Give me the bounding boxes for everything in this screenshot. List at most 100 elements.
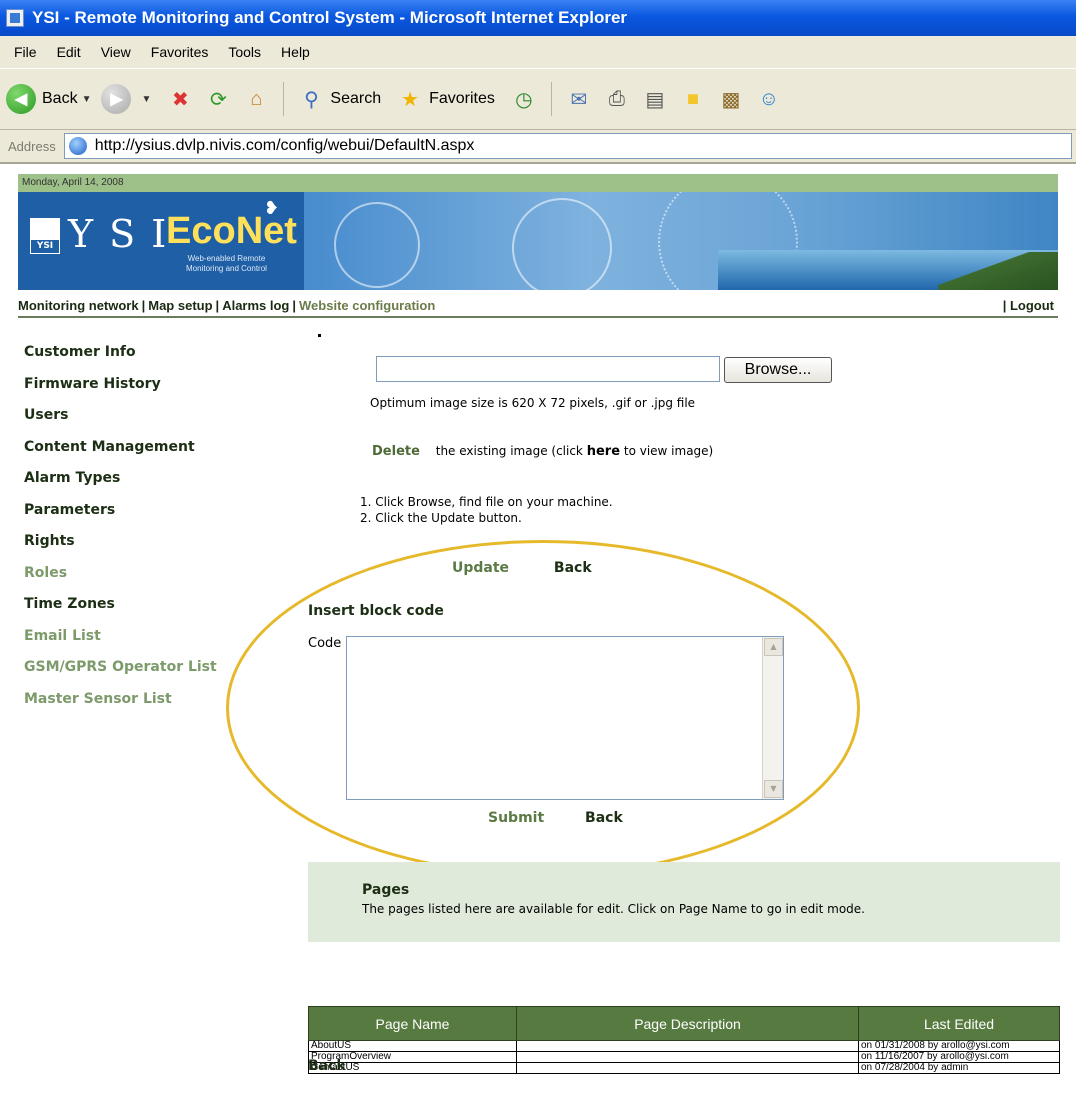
back-button-label: Back bbox=[42, 90, 78, 107]
home-icon[interactable]: ⌂ bbox=[242, 85, 270, 113]
bullet-dot bbox=[318, 334, 321, 337]
nav-map-setup[interactable]: Map setup bbox=[148, 298, 212, 313]
menu-file[interactable]: File bbox=[14, 44, 37, 60]
sidebar: Customer Info Firmware History Users Con… bbox=[24, 344, 217, 722]
favorites-button[interactable]: ★ Favorites bbox=[391, 85, 495, 113]
sidebar-item-parameters[interactable]: Parameters bbox=[24, 502, 217, 534]
refresh-icon[interactable]: ⟳ bbox=[204, 85, 232, 113]
menu-edit[interactable]: Edit bbox=[57, 44, 81, 60]
search-icon: ⚲ bbox=[304, 88, 319, 111]
sidebar-item-master-sensor-list[interactable]: Master Sensor List bbox=[24, 691, 217, 723]
pages-table: Page Name Page Description Last Edited A… bbox=[308, 1006, 1060, 1074]
submit-back-link[interactable]: Back bbox=[585, 810, 623, 826]
sidebar-item-users[interactable]: Users bbox=[24, 407, 217, 439]
window-titlebar: YSI - Remote Monitoring and Control Syst… bbox=[0, 0, 1076, 36]
table-header-row: Page Name Page Description Last Edited bbox=[308, 1006, 1060, 1041]
sidebar-item-customer-info[interactable]: Customer Info bbox=[24, 344, 217, 376]
nav-monitoring-network[interactable]: Monitoring network bbox=[18, 298, 139, 313]
sidebar-item-rights[interactable]: Rights bbox=[24, 533, 217, 565]
notes-icon[interactable]: ■ bbox=[679, 85, 707, 113]
address-input[interactable]: http://ysius.dvlp.nivis.com/config/webui… bbox=[63, 133, 1072, 159]
delete-image-link[interactable]: Delete bbox=[372, 444, 420, 459]
file-path-input[interactable] bbox=[376, 356, 720, 382]
submit-actions: Submit Back bbox=[488, 810, 623, 826]
toolbar-divider bbox=[283, 82, 285, 116]
back-dropdown-icon[interactable]: ▼ bbox=[82, 94, 92, 105]
scroll-down-icon[interactable]: ▼ bbox=[764, 780, 783, 798]
sidebar-item-alarm-types[interactable]: Alarm Types bbox=[24, 470, 217, 502]
edit-icon[interactable]: ▤ bbox=[641, 85, 669, 113]
back-button[interactable]: ◀ Back ▼ bbox=[6, 84, 91, 114]
forward-dropdown-icon[interactable]: ▼ bbox=[141, 94, 151, 105]
pages-back-link[interactable]: Back bbox=[308, 1058, 346, 1074]
banner-decoration bbox=[512, 198, 612, 290]
logout-link[interactable]: | Logout bbox=[1003, 298, 1054, 313]
ie-page-icon bbox=[68, 137, 87, 155]
delete-text-after: to view image) bbox=[623, 444, 714, 458]
forward-button[interactable]: ▶ ▼ bbox=[101, 84, 151, 114]
menu-bar: File Edit View Favorites Tools Help bbox=[0, 36, 1076, 68]
code-textarea[interactable] bbox=[346, 636, 784, 800]
toolbar-divider bbox=[550, 82, 552, 116]
pages-info-box: Pages The pages listed here are availabl… bbox=[308, 862, 1060, 942]
messenger-icon[interactable]: ☺ bbox=[755, 85, 783, 113]
sidebar-item-time-zones[interactable]: Time Zones bbox=[24, 596, 217, 628]
sidebar-item-firmware-history[interactable]: Firmware History bbox=[24, 376, 217, 408]
sidebar-item-email-list[interactable]: Email List bbox=[24, 628, 217, 660]
menu-favorites[interactable]: Favorites bbox=[151, 44, 209, 60]
upload-instructions: 1. Click Browse, find file on your machi… bbox=[360, 494, 613, 526]
submit-button[interactable]: Submit bbox=[488, 810, 544, 826]
wireless-signal-icon: ❥ bbox=[264, 198, 280, 219]
update-back-link[interactable]: Back bbox=[554, 560, 592, 576]
logo-ysi-text: Y S I bbox=[68, 212, 169, 256]
column-header-last-edited: Last Edited bbox=[858, 1006, 1060, 1041]
nav-alarms-log[interactable]: Alarms log bbox=[222, 298, 289, 313]
browse-button[interactable]: Browse... bbox=[724, 357, 832, 383]
menu-tools[interactable]: Tools bbox=[228, 44, 261, 60]
econet-logo: Y S I EcoNet ❥ Web-enabled Remote Monito… bbox=[18, 192, 304, 290]
logo-tagline-line1: Web-enabled Remote bbox=[187, 254, 266, 263]
view-image-link[interactable]: here bbox=[587, 444, 620, 459]
update-button[interactable]: Update bbox=[452, 560, 509, 576]
window-title: YSI - Remote Monitoring and Control Syst… bbox=[32, 8, 628, 27]
sidebar-item-gsm-gprs-operator-list[interactable]: GSM/GPRS Operator List bbox=[24, 659, 217, 691]
back-arrow-icon: ◀ bbox=[6, 84, 36, 114]
delete-text-before: the existing image (click bbox=[435, 444, 583, 458]
search-button[interactable]: ⚲ Search bbox=[292, 85, 381, 113]
image-size-hint: Optimum image size is 620 X 72 pixels, .… bbox=[370, 396, 696, 410]
sidebar-item-roles[interactable]: Roles bbox=[24, 565, 217, 597]
banner-decoration bbox=[334, 202, 420, 288]
nav-separator: | bbox=[292, 298, 297, 313]
nav-separator: | bbox=[141, 298, 146, 313]
column-header-page-description: Page Description bbox=[516, 1006, 859, 1041]
menu-view[interactable]: View bbox=[101, 44, 131, 60]
scroll-up-icon[interactable]: ▲ bbox=[764, 638, 783, 656]
favorites-button-label: Favorites bbox=[429, 90, 495, 107]
history-icon[interactable]: ◷ bbox=[510, 85, 538, 113]
mail-icon[interactable]: ✉ bbox=[565, 85, 593, 113]
page-description-cell bbox=[516, 1040, 859, 1052]
browser-window-icon bbox=[6, 9, 24, 27]
current-date: Monday, April 14, 2008 bbox=[22, 177, 124, 188]
page-name-cell: AboutUS bbox=[308, 1040, 517, 1052]
nav-website-configuration[interactable]: Website configuration bbox=[299, 298, 435, 313]
banner-coast-image bbox=[938, 252, 1058, 290]
favorites-star-icon: ★ bbox=[401, 88, 420, 111]
last-edited-cell: on 07/28/2004 by admin bbox=[858, 1062, 1060, 1074]
code-scrollbar[interactable]: ▲ ▼ bbox=[762, 637, 783, 799]
insert-block-code-title: Insert block code bbox=[308, 603, 444, 619]
research-icon[interactable]: ▩ bbox=[717, 85, 745, 113]
nav-separator: | bbox=[215, 298, 220, 313]
delete-image-row: Delete the existing image (click here to… bbox=[372, 444, 713, 459]
menu-help[interactable]: Help bbox=[281, 44, 310, 60]
table-row: ProgramOverview on 11/16/2007 by arollo@… bbox=[308, 1051, 1060, 1063]
print-icon[interactable]: ⎙ bbox=[603, 85, 631, 113]
code-label: Code bbox=[308, 636, 342, 651]
stop-icon[interactable]: ✖ bbox=[166, 85, 194, 113]
page-name-link[interactable]: AboutUS bbox=[311, 1040, 351, 1051]
address-label: Address bbox=[8, 138, 56, 154]
logo-tagline: Web-enabled Remote Monitoring and Contro… bbox=[186, 254, 267, 274]
header-banner: Y S I EcoNet ❥ Web-enabled Remote Monito… bbox=[18, 192, 1058, 290]
pages-title: Pages bbox=[362, 882, 410, 898]
sidebar-item-content-management[interactable]: Content Management bbox=[24, 439, 217, 471]
